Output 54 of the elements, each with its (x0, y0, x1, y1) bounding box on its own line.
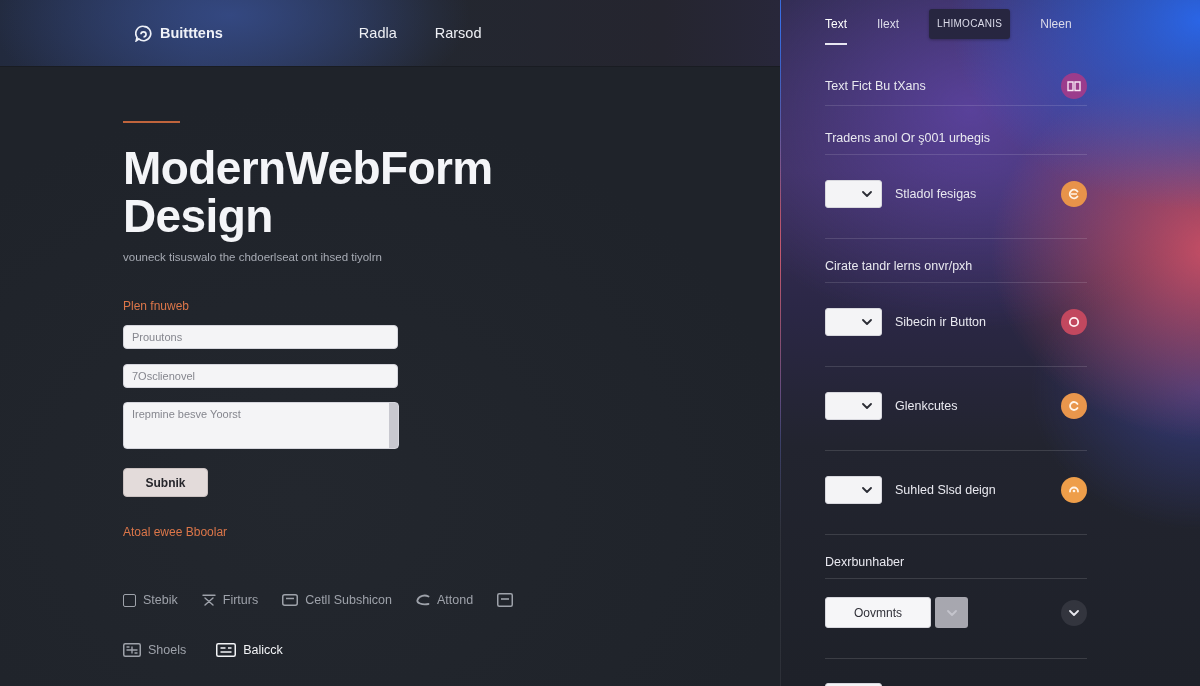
x-mark-icon (201, 594, 216, 606)
hook-icon (416, 594, 431, 606)
toolbar-option[interactable]: Shoels (123, 642, 187, 658)
brand-name: Buitttens (160, 25, 223, 41)
chevron-down-icon (862, 319, 872, 325)
row-label: Stladol fesigas (895, 186, 977, 202)
subtitle: vouneck tisuswalo the chdoerlseat ont ihsed tiyolrn (123, 250, 382, 265)
textarea-field[interactable]: Irepmine besve Yoorst (123, 402, 399, 449)
row-label: Glenkcutes (895, 398, 958, 414)
nav-link[interactable]: Rarsod (434, 25, 482, 41)
tab[interactable]: Nleen (1040, 9, 1072, 45)
section-heading: Dexrbunhaber (825, 554, 905, 570)
section-heading: Cirate tandr lerns onvr/pxh (825, 258, 973, 274)
nav-link[interactable]: Radla (358, 25, 397, 41)
toolbar-option[interactable]: Balicck (216, 642, 283, 658)
tab[interactable]: Ilext (877, 9, 900, 45)
table-icon (123, 643, 141, 657)
toolbar-option[interactable]: Firturs (201, 592, 259, 608)
text-field[interactable]: Prouutons (123, 325, 398, 349)
card-icon (216, 643, 237, 657)
select-field[interactable] (825, 308, 882, 336)
card-icon (282, 594, 299, 606)
arc-icon[interactable] (1061, 393, 1087, 419)
option-button[interactable]: Oovmnts (825, 597, 931, 628)
chat-bubble-icon[interactable] (135, 24, 152, 42)
chevron-down-icon (862, 403, 872, 409)
row-label: Tradens anol Or ş001 urbegis (825, 130, 990, 146)
select-field[interactable] (825, 392, 882, 420)
toolbar-option[interactable]: Cetll Subshicon (282, 592, 393, 608)
book-icon[interactable] (1061, 72, 1087, 99)
row-label: Sibecin ir Button (895, 314, 987, 330)
chevron-down-icon (862, 487, 872, 493)
chevron-down-icon (946, 609, 957, 616)
page-title: ModernWebForm Design (123, 144, 494, 240)
select-field[interactable] (825, 476, 882, 504)
row-label: Text Fict Bu tXans (825, 77, 926, 94)
submit-button[interactable]: Subnik (123, 468, 208, 497)
card-icon[interactable] (497, 593, 514, 607)
text-field[interactable]: 7Osclienovel (123, 364, 398, 388)
row-label: Suhled Slsd deign (895, 482, 996, 498)
chevron-down-icon (1069, 609, 1079, 616)
tab[interactable]: Text (825, 9, 847, 45)
arc-icon[interactable] (1061, 181, 1087, 207)
checkbox[interactable] (123, 593, 136, 607)
form-label: Plen fnuweb (123, 299, 190, 313)
chevron-down-icon (862, 191, 872, 197)
text-link[interactable]: Atoal ewee Bboolar (123, 525, 228, 539)
tab[interactable]: LHIMOCANIS (929, 9, 1011, 39)
checkbox-label: Stebik (143, 592, 178, 608)
select-field[interactable] (825, 180, 882, 208)
arc-icon[interactable] (1061, 477, 1087, 503)
expand-button[interactable] (1061, 599, 1087, 626)
ring-icon[interactable] (1061, 309, 1087, 335)
toolbar-option[interactable]: Attond (416, 592, 474, 608)
